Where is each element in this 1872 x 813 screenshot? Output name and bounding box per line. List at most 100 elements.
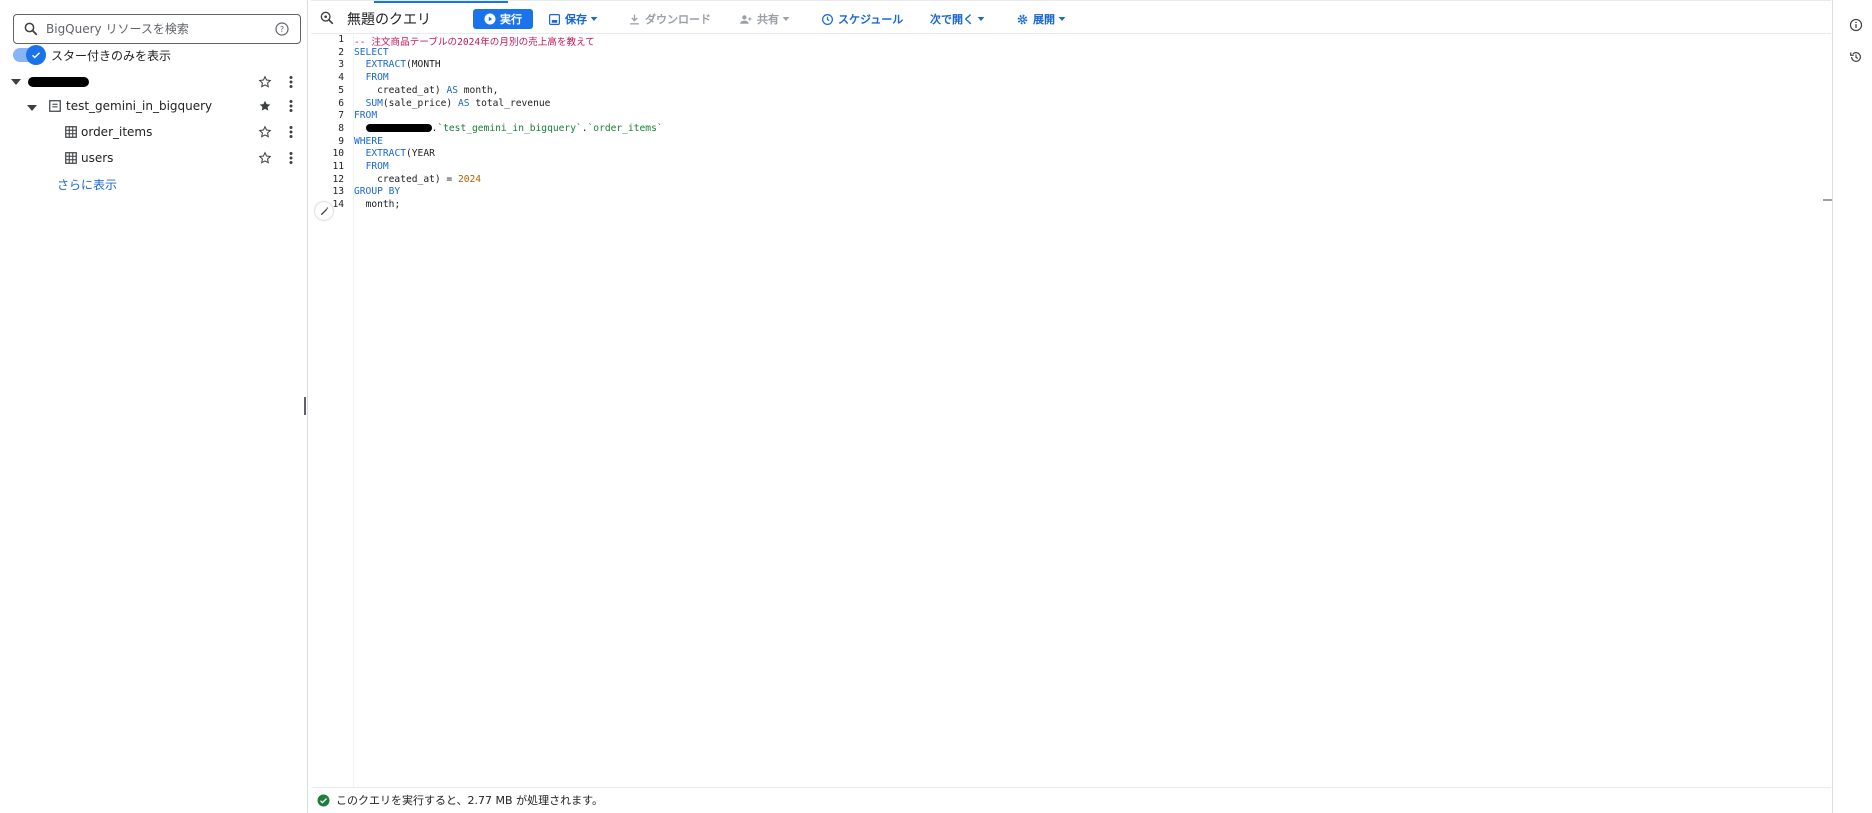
starred-only-toggle[interactable]: スター付きのみを表示 <box>13 45 171 65</box>
help-icon[interactable]: ? <box>274 21 290 37</box>
line-number: 11 <box>332 161 344 172</box>
search-box[interactable]: ? <box>13 14 301 44</box>
save-icon <box>549 13 560 25</box>
gemini-assist-button[interactable] <box>315 202 333 220</box>
line-number: 5 <box>338 84 344 96</box>
table-name: order_items <box>81 125 153 139</box>
redacted-project-id <box>365 123 432 132</box>
status-bar: このクエリを実行すると、2.77 MB が処理されます。 <box>311 787 1831 812</box>
line-number-gutter: 1 2 3 4 5 6 7 8 9 10 11 12 13 14 <box>311 34 354 787</box>
sql-keyword: FROM <box>365 72 389 84</box>
code-line: EXTRACT(YEAR <box>354 148 435 159</box>
sql-text: (YEAR <box>406 148 435 160</box>
chevron-down-icon <box>782 17 790 21</box>
history-icon[interactable] <box>1849 50 1863 64</box>
table-icon <box>65 126 77 138</box>
dataset-icon <box>49 100 61 112</box>
star-outline-icon[interactable] <box>258 125 272 139</box>
save-label: 保存 <box>565 13 587 26</box>
deploy-button[interactable]: 展開 <box>1016 11 1070 27</box>
run-label: 実行 <box>500 13 522 26</box>
query-title[interactable]: 無題のクエリ <box>347 9 431 29</box>
tree-item-dataset[interactable]: test_gemini_in_bigquery <box>0 94 308 118</box>
more-vert-icon[interactable] <box>285 99 297 113</box>
download-button[interactable]: ダウンロード <box>628 11 711 27</box>
line-number: 1 <box>338 34 344 45</box>
run-button[interactable]: 実行 <box>473 9 533 29</box>
save-button[interactable]: 保存 <box>548 11 602 27</box>
clock-icon <box>822 13 833 25</box>
more-vert-icon[interactable] <box>285 75 297 89</box>
line-number: 7 <box>338 110 344 122</box>
star-outline-icon[interactable] <box>258 75 272 89</box>
sql-keyword: GROUP BY <box>354 186 401 198</box>
line-number: 10 <box>332 148 344 160</box>
star-outline-icon[interactable] <box>258 151 272 165</box>
chevron-down-icon[interactable] <box>10 76 22 88</box>
sql-text: month; <box>365 199 401 211</box>
toggle-switch[interactable] <box>13 45 46 65</box>
sql-number: 2024 <box>457 173 482 185</box>
panel-resize-handle[interactable] <box>304 397 306 415</box>
schedule-button[interactable]: スケジュール <box>821 11 903 27</box>
sql-text: created_at) = <box>377 173 453 185</box>
chevron-down-icon <box>977 17 985 21</box>
line-number: 6 <box>338 97 344 109</box>
sql-keyword: WHERE <box>354 135 383 147</box>
show-more-link[interactable]: さらに表示 <box>57 176 117 193</box>
person-add-icon <box>740 14 752 24</box>
tree-item-table[interactable]: order_items <box>0 120 308 144</box>
chevron-down-icon[interactable] <box>26 102 38 114</box>
sql-text: (MONTH <box>406 59 441 71</box>
more-vert-icon[interactable] <box>285 125 297 139</box>
code-line: SELECT <box>354 47 389 58</box>
line-number: 4 <box>338 72 344 84</box>
star-filled-icon[interactable] <box>258 99 272 113</box>
sql-keyword: FROM <box>365 161 389 172</box>
line-number: 3 <box>338 59 344 71</box>
validation-message: このクエリを実行すると、2.77 MB が処理されます。 <box>336 794 603 807</box>
open-in-label: 次で開く <box>930 13 974 26</box>
tree-item-table[interactable]: users <box>0 146 308 170</box>
query-zoom-icon[interactable] <box>319 10 335 26</box>
code-line: created_at) = 2024 <box>354 174 481 185</box>
more-vert-icon[interactable] <box>285 151 297 165</box>
sql-keyword: FROM <box>354 110 378 122</box>
code-line: FROM <box>354 72 389 83</box>
check-icon <box>26 45 46 65</box>
line-number: 9 <box>338 135 344 147</box>
share-button[interactable]: 共有 <box>739 11 794 27</box>
table-name: users <box>81 151 114 165</box>
right-rail <box>1832 0 1872 813</box>
sql-comment: -- 注文商品テーブルの2024年の月別の売上高を教えて <box>354 37 595 48</box>
sql-function: EXTRACT <box>365 148 406 160</box>
sql-keyword: AS <box>446 84 458 96</box>
open-in-button[interactable]: 次で開く <box>930 11 989 27</box>
search-input[interactable] <box>44 21 274 37</box>
sql-text: created_at) <box>377 84 441 96</box>
search-icon <box>24 22 38 36</box>
code-line: WHERE <box>354 136 383 147</box>
code-line: FROM <box>354 161 389 172</box>
project-row[interactable] <box>0 70 308 94</box>
table-icon <box>65 152 77 164</box>
sql-editor[interactable]: 1 2 3 4 5 6 7 8 9 10 11 12 13 14 -- 注文商品… <box>311 34 1823 787</box>
gear-icon <box>1017 14 1028 24</box>
sql-function: SUM <box>365 97 383 109</box>
play-icon <box>484 13 496 25</box>
query-toolbar: 無題のクエリ 実行 保存 ダウンロード 共有 スケジュール 次で開く 展開 <box>311 0 1831 34</box>
svg-text:?: ? <box>280 25 284 34</box>
code-line: GROUP BY <box>354 186 400 197</box>
explorer-panel: ? スター付きのみを表示 test_gemini_in_bigquery <box>0 0 308 813</box>
sql-keyword: SELECT <box>354 46 389 58</box>
deploy-label: 展開 <box>1033 13 1055 26</box>
code-line: FROM <box>354 110 377 121</box>
sql-text: month, <box>463 84 499 96</box>
info-icon[interactable] <box>1849 18 1863 32</box>
redacted-project-name <box>28 77 89 87</box>
line-number: 12 <box>332 173 344 185</box>
pen-sparkle-icon <box>320 206 328 215</box>
check-circle-icon <box>317 794 330 806</box>
sql-text: total_revenue <box>475 97 551 109</box>
line-number: 13 <box>332 186 344 198</box>
